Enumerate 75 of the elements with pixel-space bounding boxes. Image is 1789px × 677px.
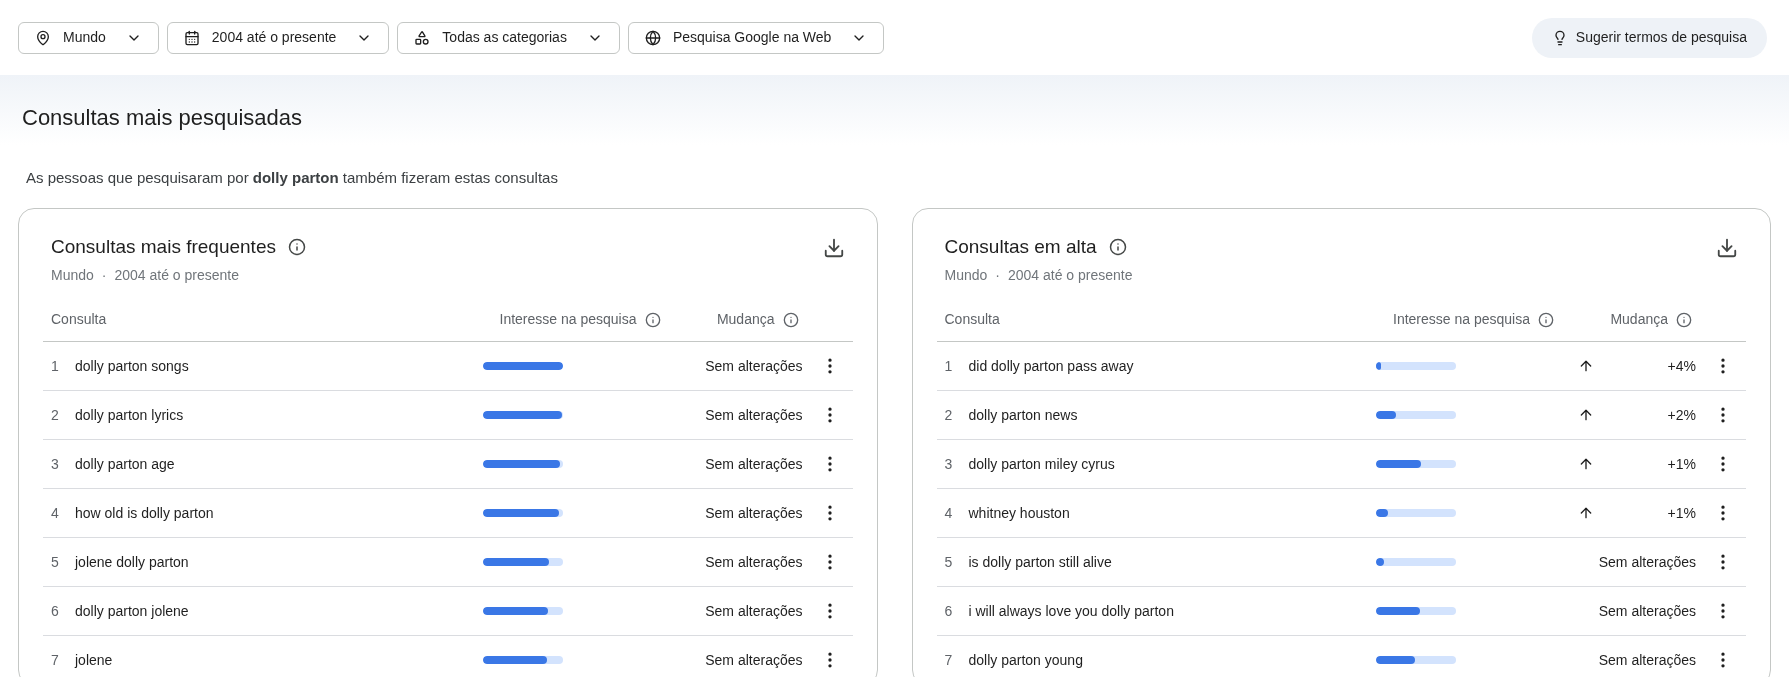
info-icon[interactable] (644, 311, 661, 328)
change-value: +4% (1667, 356, 1696, 376)
filter-dropdown[interactable]: Todas as categorias (397, 21, 620, 54)
filter-dropdown[interactable]: Pesquisa Google na Web (627, 21, 885, 54)
rank-number: 7 (943, 650, 954, 670)
card-title: Consultas em alta (944, 234, 1097, 259)
change-value: Sem alterações (704, 552, 804, 572)
query-link[interactable]: is dolly parton still alive (968, 551, 1360, 573)
change-value: +1% (1667, 503, 1696, 523)
rank-number: 3 (943, 454, 954, 474)
change-value: Sem alterações (704, 503, 804, 523)
change-value: Sem alterações (704, 601, 804, 621)
suggest-button[interactable]: Sugerir termos de pesquisa (1531, 17, 1767, 58)
column-header: Mudança (716, 310, 775, 329)
rank-number: 6 (943, 601, 954, 621)
rank-number: 4 (50, 503, 60, 523)
change-value: Sem alterações (1597, 650, 1697, 670)
globe-icon (644, 29, 661, 46)
info-icon[interactable] (1676, 311, 1692, 328)
rank-number: 2 (943, 405, 954, 425)
query-link[interactable]: jolene dolly parton (75, 551, 467, 573)
filter-dropdown[interactable]: Mundo (18, 21, 159, 54)
rank-number: 1 (50, 356, 60, 376)
rank-number: 7 (50, 650, 60, 670)
card-meta: 2004 até o presente (114, 266, 240, 285)
change-value: Sem alterações (704, 454, 804, 474)
shapes-icon (414, 29, 431, 46)
column-header: Consulta (943, 310, 1001, 329)
query-link[interactable]: dolly parton songs (75, 355, 467, 377)
rank-number: 1 (943, 356, 954, 376)
card-meta: Mundo (944, 266, 988, 285)
query-link[interactable]: dolly parton lyrics (75, 404, 467, 426)
query-link[interactable]: did dolly parton pass away (968, 355, 1360, 377)
change-value: Sem alterações (704, 356, 804, 376)
change-value: Sem alterações (1597, 552, 1697, 572)
dot-separator: · (101, 266, 107, 285)
change-value: Sem alterações (704, 650, 804, 670)
rank-number: 6 (50, 601, 60, 621)
column-header: Mudança (1610, 310, 1668, 329)
download-icon[interactable] (822, 236, 845, 259)
download-icon[interactable] (1716, 236, 1738, 259)
rank-number: 5 (50, 552, 60, 572)
query-link[interactable]: whitney houston (968, 502, 1360, 524)
change-value: Sem alterações (704, 405, 804, 425)
dot-separator: · (995, 266, 1000, 285)
info-icon[interactable] (1538, 311, 1554, 328)
query-link[interactable]: dolly parton miley cyrus (968, 453, 1360, 475)
filter-dropdown[interactable]: 2004 até o presente (166, 21, 390, 54)
intro-text: As pessoas que pesquisaram por dolly parton também fizeram estas consultas (25, 168, 559, 188)
query-link[interactable]: dolly parton young (968, 649, 1360, 671)
card-meta: 2004 até o presente (1008, 266, 1133, 285)
column-header: Interesse na pesquisa (499, 310, 637, 329)
change-value: Sem alterações (1597, 601, 1697, 621)
rank-number: 5 (943, 552, 954, 572)
info-icon[interactable] (782, 311, 799, 328)
calendar-icon (183, 29, 200, 46)
rank-number: 3 (50, 454, 60, 474)
column-header: Interesse na pesquisa (1393, 310, 1530, 329)
column-header: Consulta (50, 310, 108, 329)
info-icon[interactable] (1108, 237, 1127, 256)
info-icon[interactable] (287, 237, 306, 256)
change-value: +2% (1667, 405, 1696, 425)
query-link[interactable]: how old is dolly parton (75, 502, 467, 524)
query-link[interactable]: jolene (75, 649, 467, 671)
section-title: Consultas mais pesquisadas (21, 104, 304, 132)
query-link[interactable]: dolly parton age (75, 453, 467, 475)
query-link[interactable]: dolly parton news (968, 404, 1360, 426)
location-pin-icon (35, 29, 51, 46)
change-value: +1% (1667, 454, 1696, 474)
query-link[interactable]: dolly parton jolene (75, 600, 467, 622)
rank-number: 2 (50, 405, 60, 425)
rank-number: 4 (943, 503, 954, 523)
query-link[interactable]: i will always love you dolly parton (968, 600, 1360, 622)
card-meta: Mundo (51, 266, 94, 285)
card-title: Consultas mais frequentes (51, 234, 276, 259)
